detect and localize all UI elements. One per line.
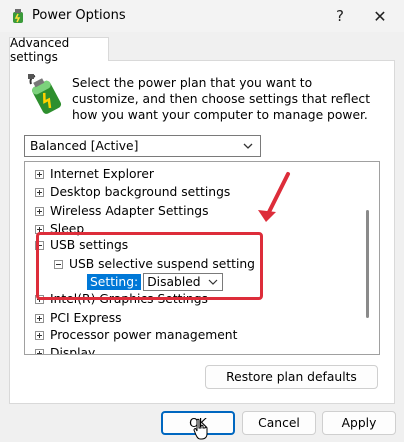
tree-item-label: Wireless Adapter Settings	[50, 204, 209, 218]
tree-item-label: Processor power management	[50, 328, 238, 342]
tree-item-label: Display	[50, 346, 96, 355]
expand-icon[interactable]	[35, 224, 44, 234]
expand-icon[interactable]	[35, 187, 44, 197]
tree-item-intel-graphics[interactable]: Intel(R) Graphics Settings	[35, 290, 208, 308]
setting-row: Setting: Disabled	[87, 273, 224, 291]
tree-item-pci-express[interactable]: PCI Express	[35, 309, 122, 327]
setting-value: Disabled	[147, 275, 201, 289]
tree-item-label: Internet Explorer	[50, 167, 154, 181]
cancel-button[interactable]: Cancel	[242, 411, 316, 435]
mouse-cursor-icon	[193, 418, 208, 440]
settings-tree[interactable]: Internet Explorer Desktop background set…	[24, 161, 380, 355]
window-title: Power Options	[32, 8, 126, 23]
tree-item-usb-selective-suspend[interactable]: USB selective suspend setting	[54, 255, 255, 273]
tab-advanced-settings[interactable]: Advanced settings	[9, 36, 109, 64]
restore-defaults-button[interactable]: Restore plan defaults	[205, 365, 378, 389]
expand-icon[interactable]	[35, 169, 44, 179]
tree-item-display[interactable]: Display	[35, 344, 96, 355]
chevron-down-icon	[208, 279, 218, 285]
setting-value-dropdown[interactable]: Disabled	[143, 273, 224, 291]
setting-label: Setting:	[87, 274, 142, 290]
close-button[interactable]: ✕	[360, 0, 400, 32]
expand-icon[interactable]	[35, 313, 44, 323]
power-plan-dropdown[interactable]: Balanced [Active]	[24, 135, 261, 157]
power-plan-value: Balanced [Active]	[30, 139, 139, 153]
help-button[interactable]: ?	[320, 0, 360, 32]
apply-button[interactable]: Apply	[322, 411, 396, 435]
tree-scrollbar-thumb[interactable]	[366, 210, 369, 318]
tree-item-usb-settings[interactable]: USB settings	[35, 236, 128, 254]
tree-item-label: PCI Express	[50, 311, 122, 325]
chevron-down-icon	[243, 143, 253, 149]
title-bar: Power Options ? ✕	[0, 0, 404, 32]
expand-icon[interactable]	[35, 330, 44, 340]
expand-icon[interactable]	[35, 348, 44, 354]
tree-item-processor-power[interactable]: Processor power management	[35, 326, 237, 344]
tree-item-label: USB selective suspend setting	[69, 257, 255, 271]
intro-text: Select the power plan that you want to c…	[72, 76, 371, 122]
tree-item-label: USB settings	[50, 238, 129, 252]
collapse-icon[interactable]	[54, 259, 63, 269]
tree-item-label: Intel(R) Graphics Settings	[50, 292, 208, 306]
tree-item-wireless-adapter[interactable]: Wireless Adapter Settings	[35, 202, 209, 220]
tree-item-label: Sleep	[50, 222, 85, 236]
battery-plug-icon	[28, 74, 62, 114]
power-options-icon	[13, 9, 23, 23]
collapse-icon[interactable]	[35, 240, 44, 250]
expand-icon[interactable]	[35, 294, 44, 304]
tree-item-internet-explorer[interactable]: Internet Explorer	[35, 165, 154, 183]
expand-icon[interactable]	[35, 206, 44, 216]
tree-item-label: Desktop background settings	[50, 185, 231, 199]
tree-item-desktop-background[interactable]: Desktop background settings	[35, 183, 230, 201]
